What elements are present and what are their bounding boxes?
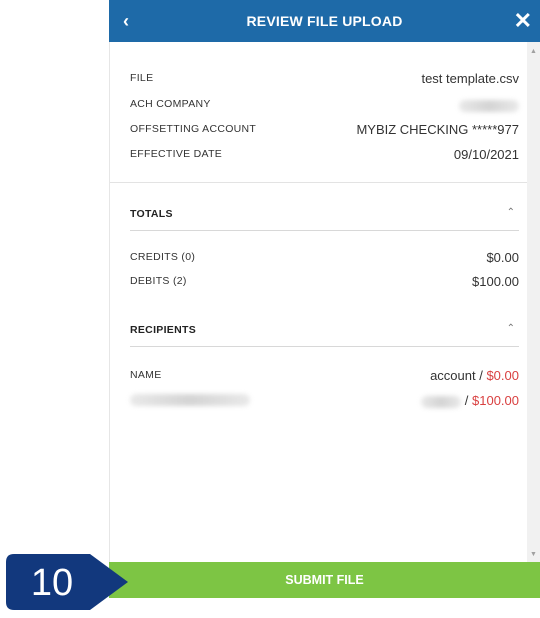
offsetting-account-row: OFFSETTING ACCOUNT MYBIZ CHECKING *****9… — [130, 122, 519, 143]
step-number-badge: 10 — [6, 554, 128, 610]
step-number: 10 — [31, 562, 73, 604]
close-icon[interactable]: ✕ — [514, 0, 532, 42]
modal-title: REVIEW FILE UPLOAD — [246, 13, 403, 29]
recipient-values: / $100.00 — [421, 393, 519, 408]
ach-company-label: ACH COMPANY — [130, 98, 211, 110]
account-label: account / — [430, 368, 483, 383]
offsetting-account-value: MYBIZ CHECKING *****977 — [356, 122, 519, 137]
offsetting-account-label: OFFSETTING ACCOUNT — [130, 123, 257, 135]
totals-section-header[interactable]: TOTALS ⌃ — [130, 202, 519, 231]
credits-value: $0.00 — [486, 250, 519, 265]
file-label: FILE — [130, 72, 154, 84]
recipients-title: RECIPIENTS — [130, 324, 197, 336]
chevron-up-icon[interactable]: ⌃ — [507, 323, 515, 334]
divider — [110, 182, 527, 183]
debits-label: DEBITS (2) — [130, 275, 187, 287]
ach-company-value-redacted — [459, 97, 519, 112]
debits-row: DEBITS (2) $100.00 — [130, 274, 519, 295]
modal-header: ‹ REVIEW FILE UPLOAD ✕ — [109, 0, 540, 42]
scroll-down-icon[interactable]: ▼ — [530, 551, 537, 558]
recipients-header-row: NAME account / $0.00 — [130, 368, 519, 389]
review-panel: ▲ ▼ FILE test template.csv ACH COMPANY O… — [109, 42, 540, 562]
submit-file-button[interactable]: SUBMIT FILE — [109, 562, 540, 598]
recipient-name-redacted — [130, 394, 250, 407]
credits-row: CREDITS (0) $0.00 — [130, 250, 519, 271]
effective-date-value: 09/10/2021 — [453, 147, 519, 162]
recipient-header-values: account / $0.00 — [430, 368, 519, 383]
recipient-row[interactable]: / $100.00 — [130, 393, 519, 414]
chevron-up-icon[interactable]: ⌃ — [507, 207, 515, 218]
effective-date-row: EFFECTIVE DATE 09/10/2021 — [130, 147, 519, 168]
scrollbar[interactable]: ▲ ▼ — [527, 42, 540, 562]
file-row: FILE test template.csv — [130, 71, 519, 92]
recipient-amount: $100.00 — [472, 393, 519, 408]
recipient-account-redacted — [421, 395, 462, 408]
slash-separator: / — [464, 393, 469, 408]
credits-label: CREDITS (0) — [130, 251, 196, 263]
recipient-name-label: NAME — [130, 369, 162, 381]
effective-date-label: EFFECTIVE DATE — [130, 148, 223, 160]
ach-company-row: ACH COMPANY — [130, 98, 519, 118]
file-value: test template.csv — [421, 71, 519, 86]
scroll-up-icon[interactable]: ▲ — [530, 48, 537, 55]
totals-title: TOTALS — [130, 208, 173, 220]
debits-value: $100.00 — [472, 274, 519, 289]
header-amount: $0.00 — [486, 368, 519, 383]
recipients-section-header[interactable]: RECIPIENTS ⌃ — [130, 318, 519, 347]
